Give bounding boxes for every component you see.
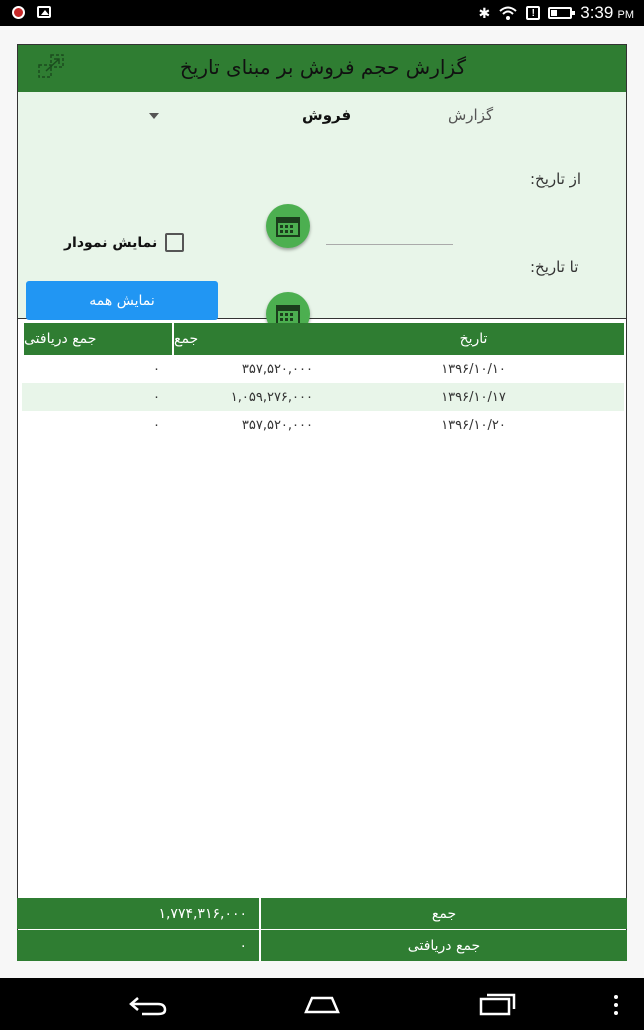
- page-title: گزارش حجم فروش بر مبنای تاریخ: [179, 55, 466, 79]
- alert-icon: !: [526, 6, 541, 20]
- cell-date: ۱۳۹۶/۱۰/۲۰: [441, 417, 506, 433]
- show-all-button[interactable]: نمایش همه: [26, 281, 218, 320]
- battery-icon: [548, 7, 576, 19]
- wifi-icon: [499, 6, 517, 20]
- cell-sum: ۱,۰۵۹,۲۷۶,۰۰۰: [230, 389, 313, 405]
- image-icon: [37, 6, 51, 18]
- total-received-row: ۰ جمع دریافتی: [17, 930, 627, 961]
- report-card: گزارش حجم فروش بر مبنای تاریخ گزارش فروش…: [17, 44, 627, 961]
- notification-app-icon: [12, 6, 25, 19]
- filter-panel: گزارش فروش از تاریخ: تا تاریخ: نمایش نمو…: [18, 92, 626, 336]
- table-header: تاریخ جمع جمع دریافتی: [22, 323, 624, 355]
- show-chart-checkbox-row[interactable]: نمایش نمودار: [64, 233, 185, 252]
- table-row[interactable]: ۱۳۹۶/۱۰/۱۰ ۳۵۷,۵۲۰,۰۰۰ ۰: [22, 355, 624, 383]
- cell-date: ۱۳۹۶/۱۰/۱۰: [441, 361, 506, 377]
- column-header-date: تاریخ: [323, 323, 624, 355]
- column-header-received: جمع دریافتی: [22, 323, 172, 355]
- clock-ampm: PM: [617, 9, 635, 21]
- clock-time: 3:39: [580, 3, 614, 22]
- navigation-bar: [0, 978, 644, 1030]
- title-bar: گزارش حجم فروش بر مبنای تاریخ: [18, 45, 626, 92]
- from-date-field[interactable]: [326, 215, 453, 245]
- total-received-value: ۰: [17, 930, 261, 961]
- table-row[interactable]: ۱۳۹۶/۱۰/۱۷ ۱,۰۵۹,۲۷۶,۰۰۰ ۰: [22, 383, 624, 411]
- calendar-icon: [276, 217, 300, 237]
- calendar-icon: [276, 305, 300, 325]
- recent-apps-icon[interactable]: [478, 992, 518, 1016]
- table-row[interactable]: ۱۳۹۶/۱۰/۲۰ ۳۵۷,۵۲۰,۰۰۰ ۰: [22, 411, 624, 439]
- to-date-label: تا تاریخ:: [530, 258, 579, 276]
- cell-date: ۱۳۹۶/۱۰/۱۷: [441, 389, 506, 405]
- report-type-spinner[interactable]: فروش: [302, 106, 351, 124]
- report-table: تاریخ جمع جمع دریافتی ۱۳۹۶/۱۰/۱۰ ۳۵۷,۵۲۰…: [22, 323, 624, 439]
- total-sum-label: جمع: [261, 898, 627, 929]
- bluetooth-icon: ✱: [478, 4, 491, 21]
- total-sum-row: ۱,۷۷۴,۳۱۶,۰۰۰ جمع: [17, 898, 627, 929]
- back-icon[interactable]: [128, 994, 168, 1016]
- cell-sum: ۳۵۷,۵۲۰,۰۰۰: [241, 361, 313, 377]
- expand-icon[interactable]: [38, 53, 66, 79]
- status-bar: ✱ ! 3:39 PM: [0, 0, 644, 26]
- show-chart-label: نمایش نمودار: [64, 234, 158, 251]
- from-date-calendar-button[interactable]: [266, 204, 310, 248]
- column-header-sum: جمع: [172, 323, 323, 355]
- totals-panel: ۱,۷۷۴,۳۱۶,۰۰۰ جمع ۰ جمع دریافتی: [17, 898, 627, 962]
- dropdown-arrow-icon[interactable]: [149, 113, 159, 119]
- cell-received: ۰: [153, 389, 160, 405]
- cell-sum: ۳۵۷,۵۲۰,۰۰۰: [241, 417, 313, 433]
- from-date-label: از تاریخ:: [530, 170, 582, 188]
- total-sum-value: ۱,۷۷۴,۳۱۶,۰۰۰: [17, 898, 261, 929]
- more-options-icon[interactable]: [612, 994, 620, 1016]
- cell-received: ۰: [153, 361, 160, 377]
- home-icon[interactable]: [302, 992, 342, 1016]
- cell-received: ۰: [153, 417, 160, 433]
- total-received-label: جمع دریافتی: [261, 930, 627, 961]
- report-type-label: گزارش: [448, 106, 494, 124]
- show-chart-checkbox[interactable]: [165, 233, 185, 252]
